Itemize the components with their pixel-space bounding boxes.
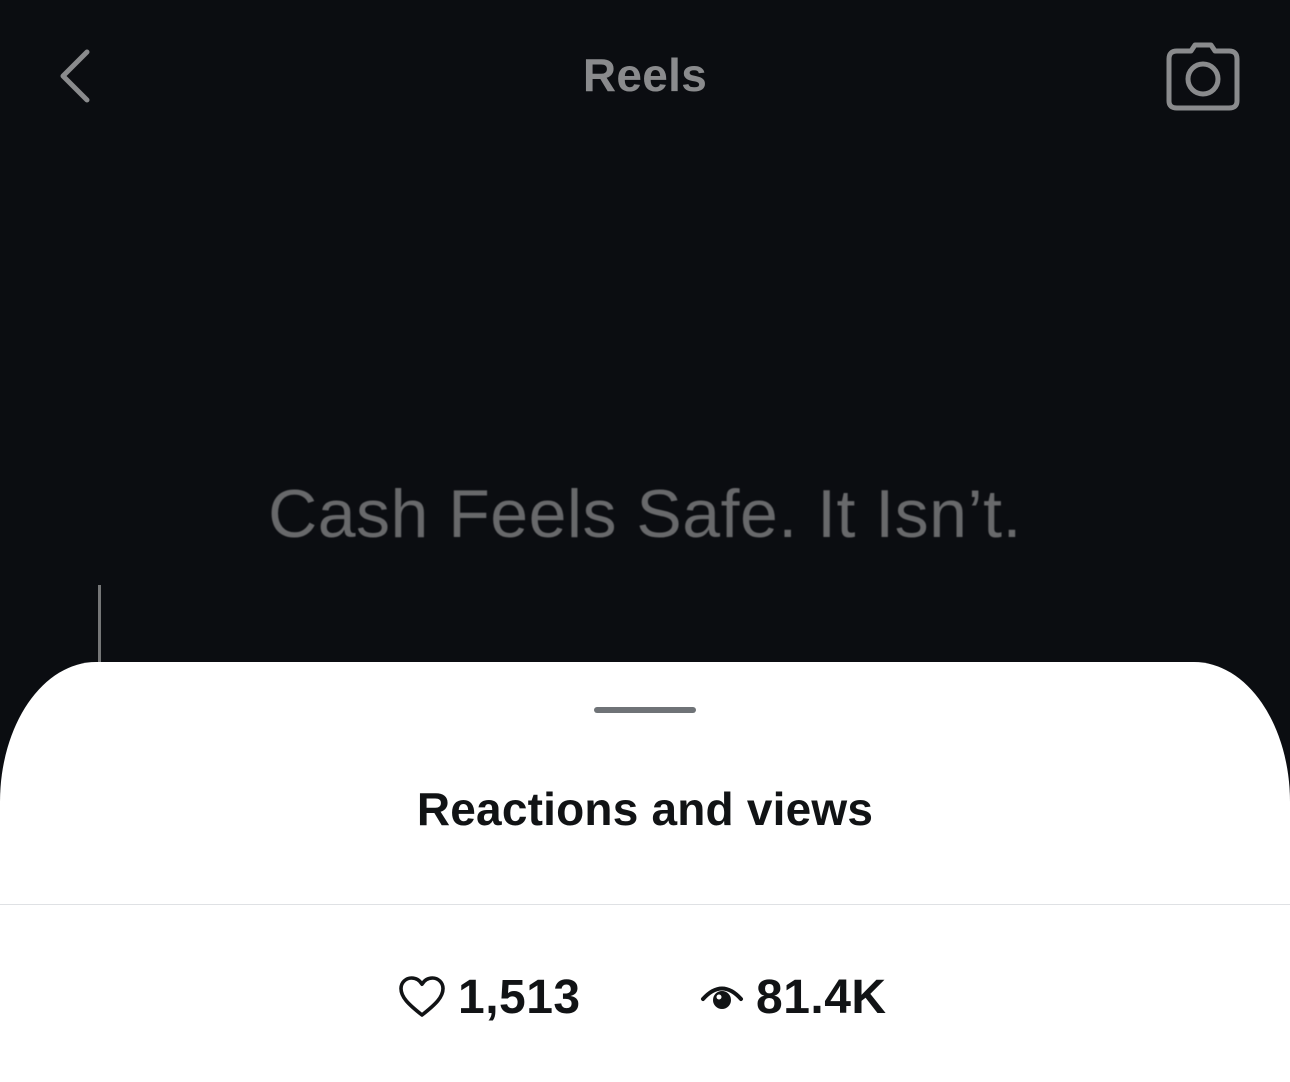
reel-video[interactable]: Cash Feels Safe. It Isn’t. — [0, 150, 1290, 675]
camera-icon — [1166, 42, 1240, 111]
likes-stat: 1,513 — [398, 962, 581, 1032]
views-count: 81.4K — [756, 970, 887, 1024]
sheet-divider — [0, 904, 1290, 905]
reactions-sheet: Reactions and views 1,513 81.4K — [0, 662, 1290, 1082]
sheet-grabber[interactable] — [594, 707, 696, 713]
camera-button[interactable] — [1160, 36, 1246, 116]
page-title: Reels — [582, 49, 708, 101]
heart-icon — [398, 975, 446, 1019]
video-caption: Cash Feels Safe. It Isn’t. — [268, 476, 1022, 552]
eye-icon — [700, 979, 744, 1015]
views-stat: 81.4K — [700, 962, 887, 1032]
stats-row: 1,513 81.4K — [0, 962, 1290, 1032]
sheet-title: Reactions and views — [416, 783, 874, 835]
top-bar: Reels — [0, 0, 1290, 150]
likes-count: 1,513 — [458, 970, 581, 1024]
reels-screen: Reels Cash Feels Safe. It Isn’t. Reactio… — [0, 0, 1290, 1082]
